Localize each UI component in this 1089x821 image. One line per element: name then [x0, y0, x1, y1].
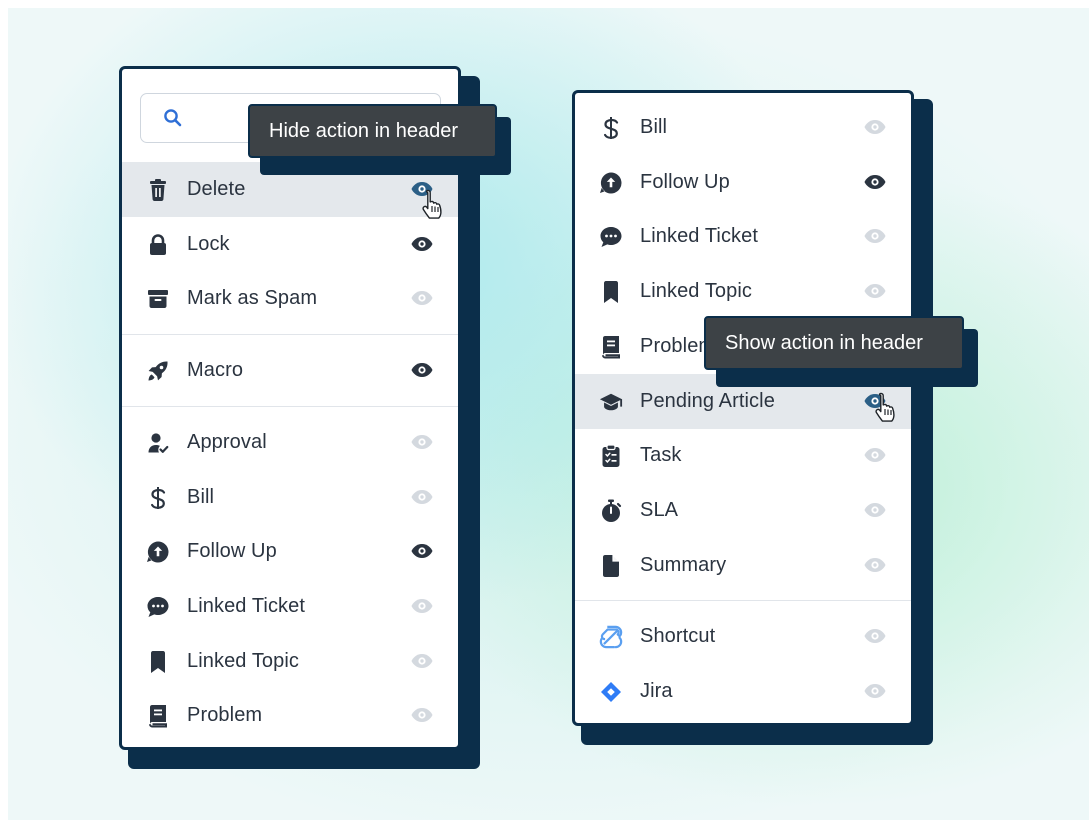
- eye-icon[interactable]: [863, 555, 887, 575]
- action-item-label: Linked Ticket: [640, 225, 759, 248]
- action-item-problem[interactable]: Problem: [122, 688, 458, 743]
- action-item-label: Problem: [187, 704, 263, 727]
- action-item-label: Summary: [640, 553, 727, 576]
- eye-icon[interactable]: [863, 172, 887, 192]
- action-item-linked-ticket[interactable]: Linked Ticket: [122, 579, 458, 634]
- eye-icon[interactable]: [410, 487, 434, 507]
- action-item-label: Follow Up: [187, 540, 277, 563]
- rocket-icon: [146, 359, 170, 383]
- action-item-label: Delete: [187, 178, 246, 200]
- search-icon: [164, 109, 182, 127]
- action-item-label: Lock: [187, 232, 230, 255]
- action-item-bill[interactable]: Bill: [575, 100, 911, 155]
- eye-icon[interactable]: [863, 281, 887, 301]
- eye-icon[interactable]: [410, 432, 434, 452]
- section-divider: [575, 600, 911, 602]
- action-item-summary[interactable]: Summary: [575, 538, 911, 593]
- jira-logo-icon: [599, 680, 623, 704]
- action-item-task[interactable]: Task: [575, 428, 911, 483]
- hide-action-tooltip: Hide action in header: [248, 104, 497, 158]
- action-item-label: SLA: [640, 498, 679, 521]
- eye-icon[interactable]: [863, 445, 887, 465]
- action-item-label: Macro: [187, 359, 244, 382]
- shortcut-logo-icon: [599, 625, 623, 649]
- chat-bubble-icon: [599, 225, 623, 249]
- lock-icon: [146, 233, 170, 257]
- action-item-linked-topic[interactable]: Linked Topic: [122, 634, 458, 689]
- dollar-icon: [599, 116, 623, 140]
- show-action-tooltip: Show action in header: [704, 316, 964, 370]
- action-item-label: Follow Up: [640, 170, 730, 193]
- eye-icon[interactable]: [410, 651, 434, 671]
- eye-icon[interactable]: [863, 626, 887, 646]
- action-item-label: Bill: [640, 116, 668, 138]
- eye-icon[interactable]: [410, 360, 434, 380]
- action-item-linked-topic[interactable]: Linked Topic: [575, 264, 911, 319]
- eye-icon[interactable]: [863, 226, 887, 246]
- action-item-label: Linked Ticket: [187, 594, 306, 617]
- graduation-cap-icon: [599, 390, 623, 414]
- action-item-label: Approval: [187, 430, 267, 453]
- user-check-icon: [146, 431, 170, 455]
- action-item-jira[interactable]: Jira: [575, 664, 911, 719]
- eye-icon[interactable]: [863, 500, 887, 520]
- follow-up-icon: [599, 171, 623, 195]
- action-item-follow-up[interactable]: Follow Up: [122, 524, 458, 579]
- action-item-bill[interactable]: Bill: [122, 470, 458, 525]
- action-item-label: Bill: [187, 485, 215, 508]
- book-icon: [599, 335, 623, 359]
- eye-icon[interactable]: [410, 596, 434, 616]
- action-item-approval[interactable]: Approval: [122, 415, 458, 470]
- eye-icon[interactable]: [410, 234, 434, 254]
- follow-up-icon: [146, 540, 170, 564]
- book-icon: [146, 704, 170, 728]
- action-item-linked-ticket[interactable]: Linked Ticket: [575, 209, 911, 264]
- section-divider: [122, 405, 458, 407]
- stopwatch-icon: [599, 499, 623, 523]
- action-item-label: Linked Topic: [187, 649, 300, 672]
- action-item-lock[interactable]: Lock: [122, 217, 458, 272]
- action-item-follow-up[interactable]: Follow Up: [575, 155, 911, 210]
- action-item-label: Task: [640, 444, 682, 467]
- action-item-shortcut[interactable]: Shortcut: [575, 609, 911, 664]
- action-item-label: Shortcut: [640, 625, 716, 648]
- bookmark-icon: [599, 280, 623, 304]
- eye-icon[interactable]: [410, 541, 434, 561]
- right-action-panel: Bill Follow Up Linked Ticket Linked Topic Pr…: [572, 90, 914, 726]
- section-divider: [122, 334, 458, 336]
- eye-icon[interactable]: [863, 681, 887, 701]
- document-icon: [599, 553, 623, 578]
- dollar-icon: [146, 486, 170, 510]
- bookmark-icon: [146, 650, 170, 674]
- action-item-label: Linked Topic: [640, 280, 753, 303]
- eye-icon[interactable]: [863, 117, 887, 137]
- trash-icon: [146, 178, 170, 202]
- eye-icon[interactable]: [410, 288, 434, 308]
- eye-icon[interactable]: [410, 705, 434, 725]
- action-item-label: Mark as Spam: [187, 287, 318, 310]
- hand-cursor-icon: [422, 189, 442, 219]
- archive-icon: [146, 287, 170, 311]
- hand-cursor-icon: [875, 392, 895, 422]
- chat-bubble-icon: [146, 595, 170, 619]
- clipboard-icon: [599, 444, 623, 468]
- action-item-sla[interactable]: SLA: [575, 483, 911, 538]
- action-item-mark-as-spam[interactable]: Mark as Spam: [122, 271, 458, 326]
- action-item-macro[interactable]: Macro: [122, 343, 458, 398]
- action-item-label: Jira: [640, 680, 673, 702]
